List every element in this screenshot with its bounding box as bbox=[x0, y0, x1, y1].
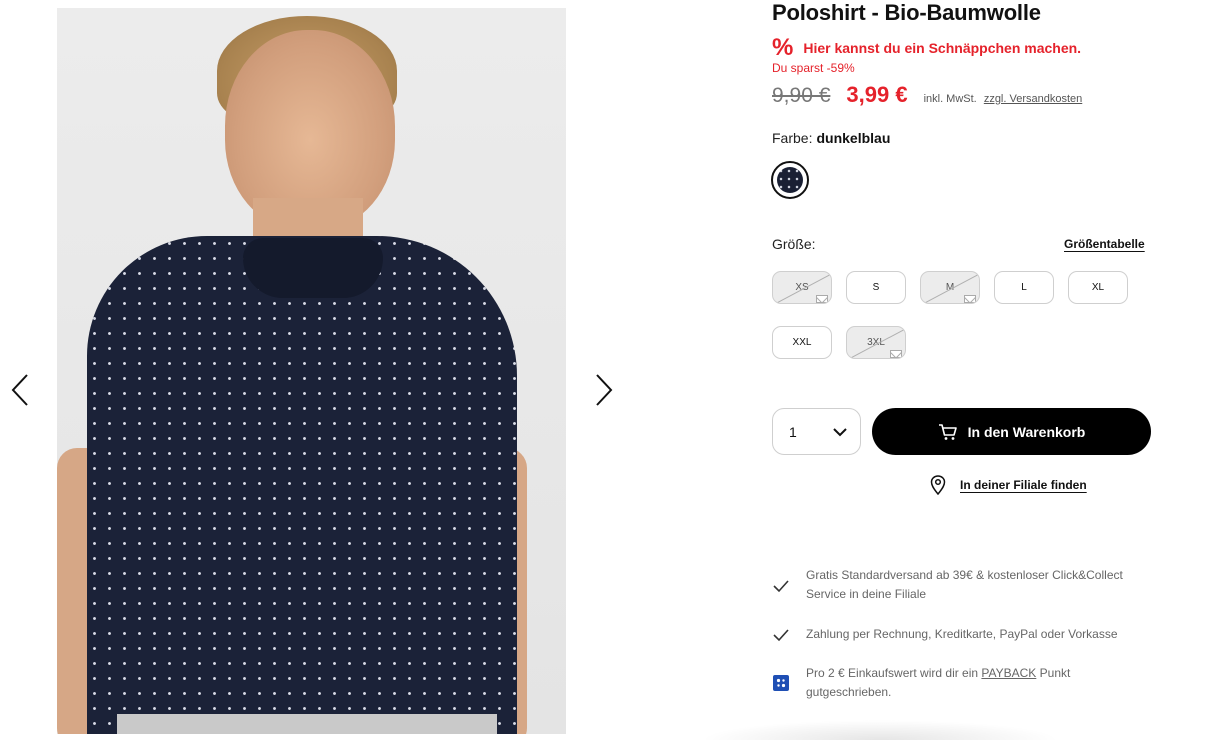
sticky-bar-shadow bbox=[700, 720, 1060, 740]
find-in-store-label: In deiner Filiale finden bbox=[960, 478, 1087, 492]
product-title: Poloshirt - Bio-Baumwolle bbox=[772, 0, 1041, 25]
chevron-right-icon bbox=[596, 374, 613, 406]
size-option-xxl[interactable]: XXL bbox=[772, 326, 832, 359]
size-option-m[interactable]: M bbox=[920, 271, 980, 304]
find-in-store-link[interactable]: In deiner Filiale finden bbox=[930, 475, 1087, 495]
promo-text: Hier kannst du ein Schnäppchen machen. bbox=[803, 40, 1082, 56]
swatch-fill bbox=[777, 167, 803, 193]
size-option-label: M bbox=[945, 282, 955, 293]
add-to-cart-label: In den Warenkorb bbox=[967, 423, 1086, 440]
size-option-s[interactable]: S bbox=[846, 271, 906, 304]
payback-link[interactable]: PAYBACK bbox=[981, 666, 1036, 680]
size-option-label: L bbox=[1021, 282, 1027, 293]
color-value: dunkelblau bbox=[816, 130, 891, 146]
size-option-l[interactable]: L bbox=[994, 271, 1054, 304]
envelope-icon bbox=[816, 295, 828, 303]
vat-info: inkl. MwSt. zzgl. Versandkosten bbox=[924, 93, 1083, 105]
product-image bbox=[57, 8, 566, 734]
payback-text-pre: Pro 2 € Einkaufswert wird dir ein bbox=[806, 666, 982, 680]
benefit-payment-text: Zahlung per Rechnung, Kreditkarte, PayPa… bbox=[806, 627, 1118, 641]
size-option-3xl[interactable]: 3XL bbox=[846, 326, 906, 359]
benefit-payback-text: Pro 2 € Einkaufswert wird dir ein PAYBAC… bbox=[806, 664, 1146, 702]
savings-text: Du sparst -59% bbox=[772, 61, 855, 75]
size-option-xl[interactable]: XL bbox=[1068, 271, 1128, 304]
old-price: 9,90 € bbox=[772, 84, 831, 107]
benefit-shipping: Gratis Standardversand ab 39€ & kostenlo… bbox=[772, 566, 1146, 604]
promo-banner: % Hier kannst du ein Schnäppchen machen. bbox=[772, 36, 1081, 60]
checkmark-icon bbox=[773, 629, 789, 642]
chevron-left-icon bbox=[11, 374, 28, 406]
model-pants bbox=[117, 714, 497, 734]
size-option-label: XS bbox=[795, 282, 809, 293]
cart-icon bbox=[938, 423, 957, 440]
payback-icon bbox=[773, 675, 789, 691]
size-chart-link[interactable]: Größentabelle bbox=[1064, 237, 1145, 251]
quantity-value: 1 bbox=[789, 423, 797, 440]
color-label-text: Farbe: bbox=[772, 130, 813, 146]
benefit-shipping-text: Gratis Standardversand ab 39€ & kostenlo… bbox=[806, 568, 1123, 601]
envelope-icon bbox=[890, 350, 902, 358]
size-option-label: 3XL bbox=[867, 337, 885, 348]
size-option-label: XL bbox=[1091, 282, 1105, 293]
gallery-prev-button[interactable] bbox=[8, 372, 32, 408]
benefit-payment: Zahlung per Rechnung, Kreditkarte, PayPa… bbox=[772, 625, 1146, 644]
benefit-payback: Pro 2 € Einkaufswert wird dir ein PAYBAC… bbox=[772, 664, 1146, 702]
size-option-label: XXL bbox=[792, 337, 812, 348]
location-pin-icon bbox=[930, 475, 946, 495]
size-option-xs[interactable]: XS bbox=[772, 271, 832, 304]
polo-shirt bbox=[87, 236, 517, 734]
shipping-costs-link[interactable]: zzgl. Versandkosten bbox=[984, 93, 1082, 105]
size-label: Größe: bbox=[772, 236, 816, 252]
percent-icon: % bbox=[772, 34, 794, 61]
color-swatch-dunkelblau[interactable] bbox=[771, 161, 809, 199]
chevron-down-icon bbox=[833, 427, 847, 436]
add-to-cart-button[interactable]: In den Warenkorb bbox=[872, 408, 1151, 455]
quantity-select[interactable]: 1 bbox=[772, 408, 861, 455]
vat-text: inkl. MwSt. bbox=[923, 93, 977, 105]
current-price: 3,99 € bbox=[846, 82, 908, 107]
checkmark-icon bbox=[773, 580, 789, 593]
color-label: Farbe: dunkelblau bbox=[772, 130, 890, 146]
price-block: 9,90 € 3,99 € inkl. MwSt. zzgl. Versandk… bbox=[772, 82, 1082, 108]
gallery-next-button[interactable] bbox=[592, 372, 616, 408]
envelope-icon bbox=[964, 295, 976, 303]
polo-collar bbox=[243, 238, 383, 298]
size-option-label: S bbox=[872, 282, 880, 293]
